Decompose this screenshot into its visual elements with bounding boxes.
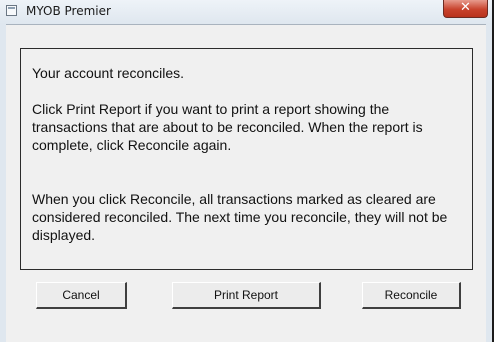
app-window-icon — [6, 5, 17, 16]
cancel-button[interactable]: Cancel — [36, 282, 127, 309]
window-frame-right — [486, 24, 492, 342]
message-print-report-instructions: Click Print Report if you want to print … — [32, 101, 423, 153]
myob-dialog-window: MYOB Premier ✕ Your account reconciles. … — [0, 0, 492, 342]
print-report-button[interactable]: Print Report — [172, 282, 321, 309]
dialog-client-area: Your account reconciles. Click Print Rep… — [6, 24, 486, 342]
message-panel: Your account reconciles. Click Print Rep… — [20, 48, 473, 270]
message-reconcile-explanation: When you click Reconcile, all transactio… — [32, 191, 448, 243]
window-title: MYOB Premier — [26, 4, 111, 18]
close-button[interactable]: ✕ — [443, 0, 488, 18]
message-line-reconciles: Your account reconciles. — [32, 65, 185, 81]
reconcile-button[interactable]: Reconcile — [362, 282, 461, 309]
close-icon: ✕ — [460, 0, 471, 15]
title-bar[interactable]: MYOB Premier ✕ — [0, 0, 492, 24]
